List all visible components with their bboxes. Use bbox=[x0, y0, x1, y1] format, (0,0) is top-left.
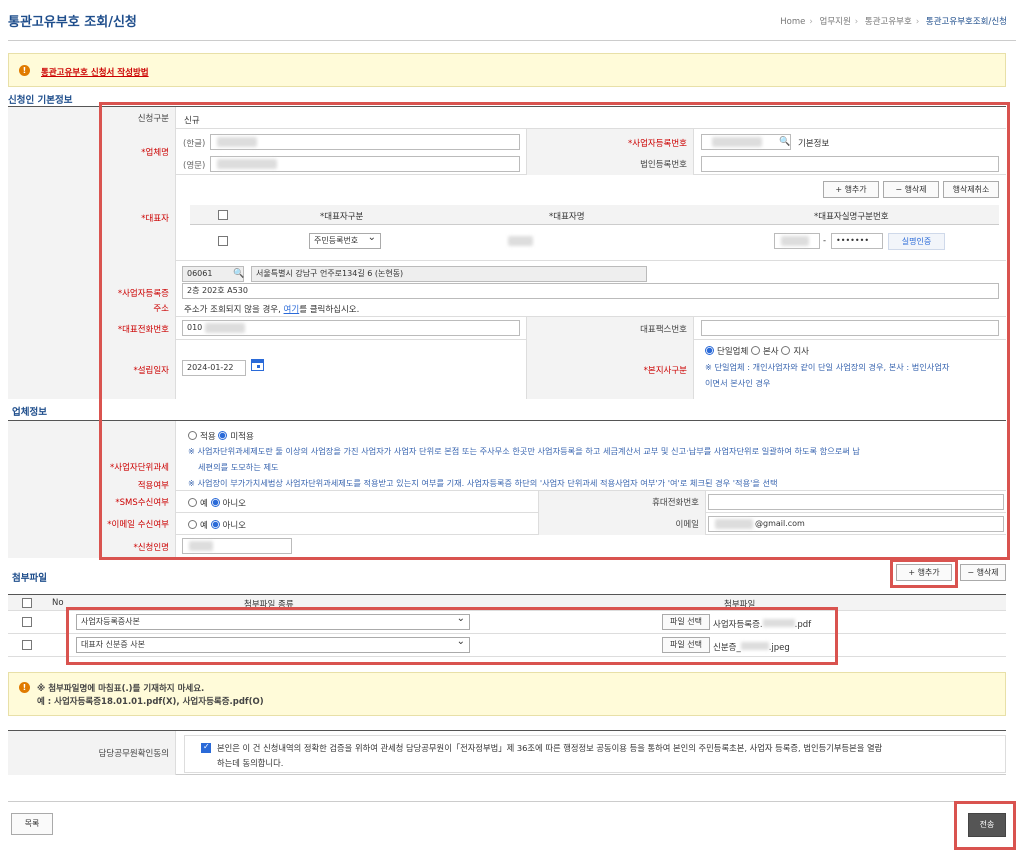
section-attach-title: 첨부파일 bbox=[12, 573, 47, 584]
warn-line-1: ※ 첨부파일명에 마침표(.)를 기재하지 마세요. bbox=[37, 684, 205, 694]
consent-text-2: 하는데 동의합니다. bbox=[217, 758, 284, 768]
breadcrumb: Home › 업무지원 › 통관고유부호 › 통관고유부호조회/신청 bbox=[780, 17, 1007, 27]
breadcrumb-home[interactable]: Home bbox=[780, 17, 805, 27]
consent-label: 담당공무원확인동의 bbox=[8, 731, 176, 775]
attach-row-check[interactable] bbox=[22, 617, 32, 627]
highlight-form bbox=[99, 102, 1010, 560]
consent-text-1: 본인은 이 건 신청내역의 정확한 검증을 위하여 관세청 담당공무원이「전자정… bbox=[217, 743, 883, 753]
breadcrumb-code[interactable]: 통관고유부호 bbox=[865, 17, 912, 27]
breadcrumb-current: 통관고유부호조회/신청 bbox=[925, 17, 1007, 27]
attach-row-check[interactable] bbox=[22, 640, 32, 650]
divider bbox=[8, 40, 1016, 41]
attach-check-all[interactable] bbox=[22, 598, 32, 608]
section-basic-title: 신청인 기본정보 bbox=[8, 95, 73, 106]
attach-warning-box: ! ※ 첨부파일명에 마침표(.)를 기재하지 마세요. 예 : 사업자등록증1… bbox=[8, 672, 1006, 716]
attach-row-delete-button[interactable]: − 행삭제 bbox=[960, 564, 1006, 581]
breadcrumb-support[interactable]: 업무지원 bbox=[820, 17, 851, 27]
warn-line-2: 예 : 사업자등록증18.01.01.pdf(X), 사업자등록증.pdf(O) bbox=[37, 697, 264, 707]
highlight-attach bbox=[66, 607, 838, 665]
guide-link[interactable]: 통관고유부호 신청서 작성방법 bbox=[41, 66, 149, 78]
consent-table: 담당공무원확인동의 본인은 이 건 신청내역의 정확한 검증을 위하여 관세청 … bbox=[8, 730, 1006, 775]
consent-checkbox[interactable] bbox=[201, 742, 211, 753]
page-title: 통관고유부호 조회/신청 bbox=[8, 15, 137, 30]
footer-divider bbox=[8, 801, 1016, 802]
warning-icon: ! bbox=[19, 682, 30, 693]
warning-icon: ! bbox=[19, 65, 30, 76]
info-box: ! 통관고유부호 신청서 작성방법 bbox=[8, 53, 1006, 87]
attach-col-no: No bbox=[52, 598, 64, 608]
highlight-submit bbox=[954, 801, 1016, 850]
highlight-add-row bbox=[890, 559, 958, 588]
section-company-title: 업체정보 bbox=[12, 407, 47, 418]
list-button[interactable]: 목록 bbox=[11, 813, 53, 835]
